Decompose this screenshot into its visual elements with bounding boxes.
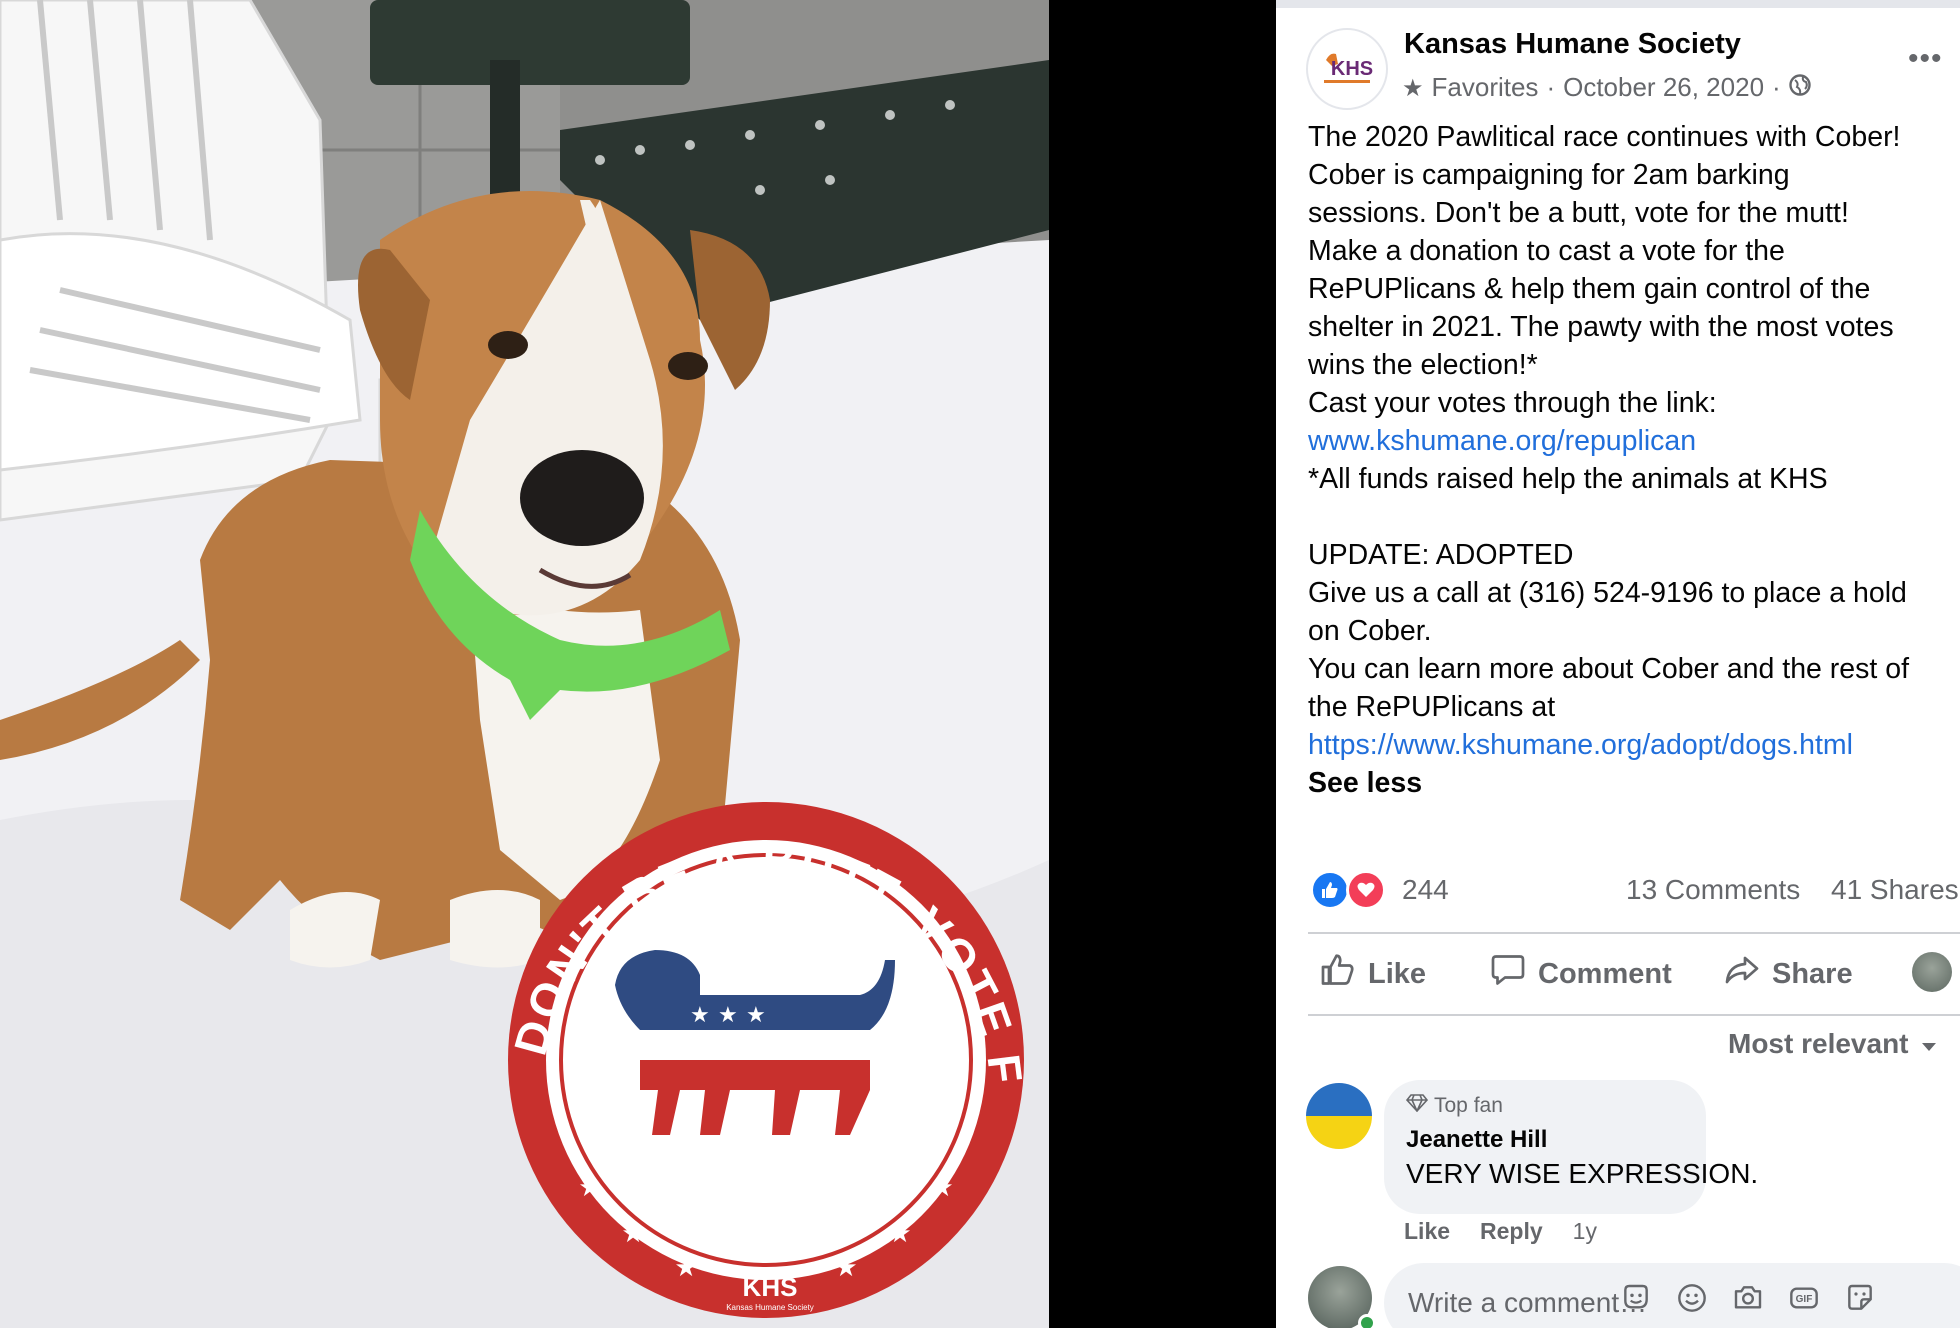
meta-separator: · bbox=[1772, 72, 1781, 102]
post-panel: KHS Kansas Humane Society ★ Favorites · … bbox=[1276, 0, 1960, 1328]
post-line: RePUPlicans & help them gain control of … bbox=[1308, 273, 1871, 305]
comment-bubble: Top fan Jeanette Hill VERY WISE EXPRESSI… bbox=[1384, 1080, 1759, 1214]
khs-logo-icon: KHS bbox=[1309, 31, 1385, 107]
comment-button[interactable]: Comment bbox=[1490, 952, 1672, 996]
svg-text:★: ★ bbox=[578, 1173, 601, 1203]
see-less-button[interactable]: See less bbox=[1308, 764, 1958, 802]
like-button[interactable]: Like bbox=[1320, 952, 1426, 996]
post-line: Cast your votes through the link: bbox=[1308, 387, 1717, 419]
post-photo[interactable]: DON'T BE A BUTT, VOTE FOR THE MUTT ★★ ★★… bbox=[0, 0, 1049, 1328]
post-line: on Cober. bbox=[1308, 615, 1432, 647]
post-line: You can learn more about Cober and the r… bbox=[1308, 653, 1910, 685]
comments-count-link[interactable]: 13 Comments bbox=[1626, 874, 1800, 906]
user-avatar bbox=[1912, 952, 1952, 992]
comment-bubble-icon bbox=[1490, 952, 1526, 996]
thumbs-up-icon bbox=[1320, 952, 1356, 996]
svg-text:KHS: KHS bbox=[1331, 58, 1373, 80]
post-line: Cober is campaigning for 2am barking bbox=[1308, 159, 1790, 191]
reactions-summary[interactable]: 244 bbox=[1310, 870, 1449, 910]
share-arrow-icon bbox=[1724, 952, 1760, 996]
sticker-icon[interactable] bbox=[1618, 1280, 1654, 1316]
meta-separator: · bbox=[1546, 72, 1556, 102]
post-line: The 2020 Pawlitical race continues with … bbox=[1308, 121, 1901, 153]
like-reaction-icon bbox=[1310, 870, 1350, 910]
svg-text:★: ★ bbox=[746, 1003, 766, 1028]
sort-label: Most relevant bbox=[1728, 1028, 1909, 1059]
comment-actions: Like Reply 1y bbox=[1404, 1218, 1597, 1245]
emoji-icon[interactable] bbox=[1674, 1280, 1710, 1316]
svg-text:★: ★ bbox=[718, 1003, 738, 1028]
star-icon: ★ bbox=[1402, 73, 1424, 102]
divider bbox=[1308, 932, 1960, 934]
sticker-alt-icon[interactable] bbox=[1842, 1280, 1878, 1316]
post-line: sessions. Don't be a butt, vote for the … bbox=[1308, 197, 1849, 229]
photo-illustration: DON'T BE A BUTT, VOTE FOR THE MUTT ★★ ★★… bbox=[0, 0, 1049, 1328]
comment-time-link[interactable]: 1y bbox=[1573, 1218, 1597, 1245]
gif-icon[interactable]: GIF bbox=[1786, 1280, 1822, 1316]
comment-like-button[interactable]: Like bbox=[1404, 1218, 1450, 1245]
like-label: Like bbox=[1368, 957, 1427, 990]
shares-count-link[interactable]: 41 Shares bbox=[1831, 874, 1959, 906]
online-status-dot bbox=[1358, 1314, 1376, 1328]
post-line: shelter in 2021. The pawty with the most… bbox=[1308, 311, 1894, 343]
comment-label: Comment bbox=[1538, 957, 1672, 990]
badge-logo: KHS bbox=[743, 1272, 798, 1302]
top-fan-label: Top fan bbox=[1434, 1094, 1503, 1117]
post-line: wins the election!* bbox=[1308, 349, 1538, 381]
camera-icon[interactable] bbox=[1730, 1280, 1766, 1316]
viewer-gutter bbox=[1049, 0, 1276, 1328]
share-label: Share bbox=[1772, 957, 1853, 990]
post-date-link[interactable]: October 26, 2020 bbox=[1563, 72, 1764, 103]
post-line: Give us a call at (316) 524-9196 to plac… bbox=[1308, 577, 1907, 609]
post-meta: ★ Favorites · October 26, 2020 · bbox=[1402, 72, 1811, 103]
repuplican-link[interactable]: www.kshumane.org/repuplican bbox=[1308, 422, 1958, 460]
svg-text:★: ★ bbox=[888, 1219, 911, 1249]
top-fan-badge: Top fan bbox=[1405, 1094, 1684, 1118]
svg-text:★: ★ bbox=[930, 1173, 953, 1203]
more-options-icon[interactable]: ••• bbox=[1908, 42, 1943, 76]
svg-text:★: ★ bbox=[834, 1253, 857, 1283]
comment-text: VERY WISE EXPRESSION. bbox=[1406, 1158, 1759, 1189]
page-avatar[interactable]: KHS bbox=[1306, 28, 1388, 110]
account-switcher[interactable] bbox=[1912, 950, 1960, 994]
post-text: The 2020 Pawlitical race continues with … bbox=[1308, 118, 1958, 802]
comment-sort-dropdown[interactable]: Most relevant bbox=[1728, 1028, 1937, 1060]
caret-down-icon bbox=[1921, 1028, 1937, 1060]
commenter-name-link[interactable]: Jeanette Hill bbox=[1406, 1126, 1684, 1154]
comment-reply-button[interactable]: Reply bbox=[1480, 1218, 1543, 1245]
badge-logo-sub: Kansas Humane Society bbox=[726, 1303, 814, 1312]
composer-tools: GIF bbox=[1618, 1280, 1878, 1316]
favorites-label: Favorites bbox=[1431, 72, 1539, 102]
divider bbox=[1308, 1014, 1960, 1016]
post-line: UPDATE: ADOPTED bbox=[1308, 539, 1574, 571]
post-line: Make a donation to cast a vote for the bbox=[1308, 235, 1785, 267]
funds-note: *All funds raised help the animals at KH… bbox=[1308, 463, 1828, 495]
svg-text:★: ★ bbox=[690, 1003, 710, 1028]
svg-text:★: ★ bbox=[621, 1219, 644, 1249]
diamond-icon bbox=[1405, 1094, 1429, 1118]
svg-text:GIF: GIF bbox=[1796, 1294, 1813, 1305]
reaction-count: 244 bbox=[1402, 874, 1449, 905]
page-name-link[interactable]: Kansas Humane Society bbox=[1404, 28, 1741, 61]
love-reaction-icon bbox=[1346, 870, 1386, 910]
commenter-avatar[interactable] bbox=[1306, 1083, 1372, 1149]
adopt-dogs-link[interactable]: https://www.kshumane.org/adopt/dogs.html bbox=[1308, 726, 1958, 764]
globe-icon bbox=[1789, 72, 1811, 103]
post-line: the RePUPlicans at bbox=[1308, 691, 1556, 723]
share-button[interactable]: Share bbox=[1724, 952, 1853, 996]
svg-text:★: ★ bbox=[674, 1253, 697, 1283]
